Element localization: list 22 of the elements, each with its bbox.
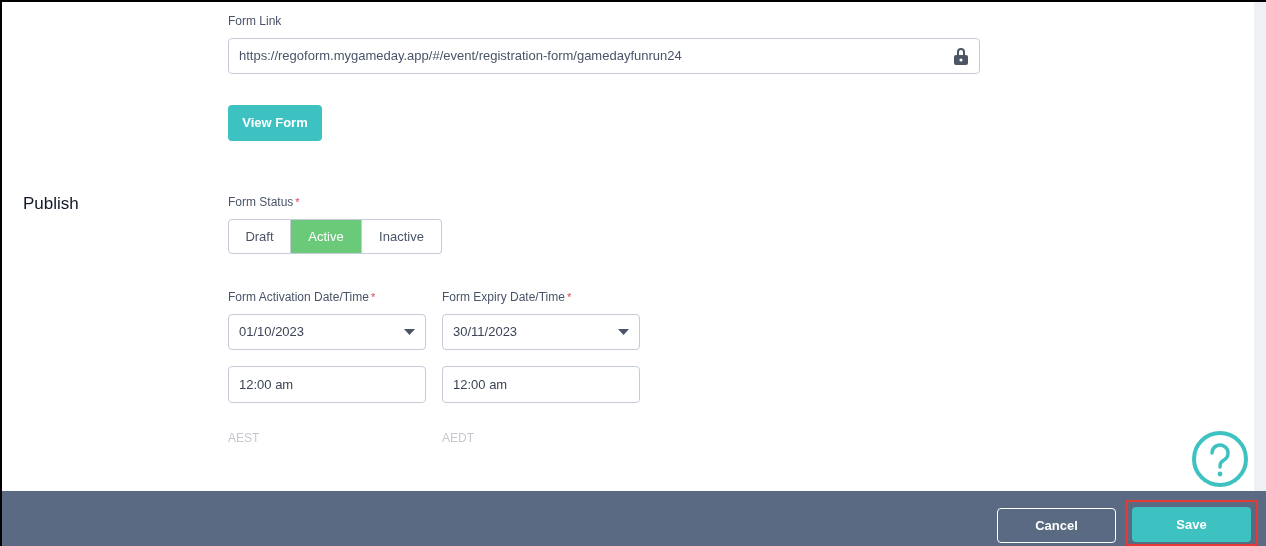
field-label: Form Link	[228, 13, 283, 30]
date-dropdown[interactable]: 30/11/2023	[442, 314, 640, 350]
required-mark: *	[370, 289, 376, 305]
time-field[interactable]: 12:00 am	[442, 366, 640, 403]
required-mark: *	[566, 289, 572, 305]
help-icon[interactable]	[1191, 430, 1249, 488]
timezone-label: AEDT	[442, 430, 474, 447]
field-label: Form Activation Date/Time	[228, 289, 369, 306]
form-link-field[interactable]: https://regoform.mygameday.app/#/event/registration-form/gamedayfunrun24	[228, 38, 980, 74]
field-label: Form Status	[228, 194, 294, 211]
caret-icon	[404, 329, 415, 335]
lock-icon	[953, 47, 969, 65]
field-label: Form Expiry Date/Time	[442, 289, 565, 306]
section-title: Publish	[23, 194, 79, 213]
status-option[interactable]: Draft	[228, 219, 291, 254]
status-option[interactable]: Inactive	[362, 219, 442, 254]
caret-icon	[618, 329, 629, 335]
cancel-button[interactable]: Cancel	[997, 508, 1116, 543]
time-field[interactable]: 12:00 am	[228, 366, 426, 403]
timezone-label: AEST	[228, 430, 260, 447]
required-mark: *	[295, 194, 300, 210]
date-dropdown[interactable]: 01/10/2023	[228, 314, 426, 350]
